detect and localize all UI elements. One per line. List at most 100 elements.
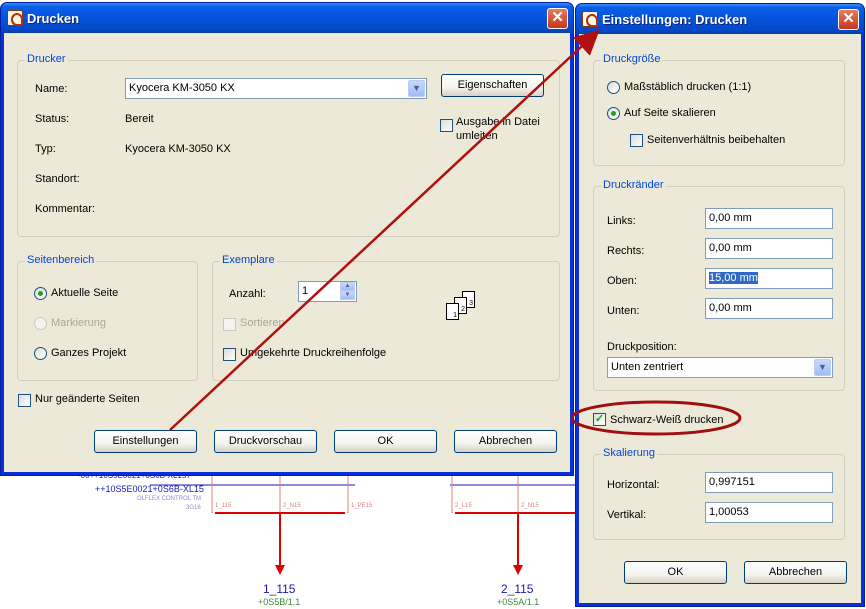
printer-name-select[interactable]: Kyocera KM-3050 KX ▼: [125, 78, 427, 99]
margins-group: Druckränder Links: 0,00 mm Rechts: 0,00 …: [593, 179, 845, 391]
radio-true-scale-label[interactable]: Maßstäblich drucken (1:1): [624, 81, 751, 93]
copies-count-label: Anzahl:: [229, 288, 266, 300]
print-dialog: Drucken ✕ Drucker Name: Kyocera KM-3050 …: [0, 2, 574, 476]
horizontal-scale-value: 0,997151: [709, 476, 755, 488]
schematic-sub-caption: 3G16: [186, 505, 201, 511]
horizontal-scale-label: Horizontal:: [607, 479, 660, 491]
margin-left-input[interactable]: 0,00 mm: [705, 208, 833, 229]
margin-top-value: 15,00 mm: [709, 272, 758, 284]
radio-current-page-label[interactable]: Aktuelle Seite: [51, 287, 118, 299]
properties-button[interactable]: Eigenschaften: [441, 74, 544, 97]
radio-true-scale[interactable]: [607, 81, 620, 94]
margin-bottom-label: Unten:: [607, 305, 640, 317]
spin-up-icon[interactable]: ▲: [340, 282, 355, 291]
schematic-wire-label: 1_115: [215, 503, 232, 509]
black-white-label[interactable]: Schwarz-Weiß drucken: [610, 414, 724, 426]
print-to-file-label-2[interactable]: umleiten: [456, 130, 498, 142]
settings-button[interactable]: Einstellungen: [94, 430, 197, 453]
margin-right-input[interactable]: 0,00 mm: [705, 238, 833, 259]
printer-name-label: Name:: [35, 83, 68, 95]
schematic-cable-line-2: ++10S5E0021+0S6B-XL15: [95, 484, 204, 494]
scaling-title: Skalierung: [601, 447, 657, 459]
vertical-scale-value: 1,00053: [709, 506, 749, 518]
vertical-scale-label: Vertikal:: [607, 509, 647, 521]
black-white-checkbox[interactable]: ✓: [593, 413, 606, 426]
print-position-value: Unten zentriert: [611, 361, 684, 373]
printer-group-title: Drucker: [25, 53, 68, 65]
settings-dialog-client: Druckgröße Maßstäblich drucken (1:1) Auf…: [579, 34, 861, 603]
print-dialog-title: Drucken: [27, 10, 80, 26]
radio-whole-project-label[interactable]: Ganzes Projekt: [51, 347, 126, 359]
printer-group: Drucker Name: Kyocera KM-3050 KX ▼ Eigen…: [17, 53, 560, 237]
reverse-order-label[interactable]: Umgekehrte Druckreihenfolge: [240, 347, 386, 359]
radio-selection[interactable]: [34, 317, 47, 330]
reverse-order-checkbox[interactable]: [223, 348, 236, 361]
margin-left-label: Links:: [607, 215, 636, 227]
print-to-file-label-1[interactable]: Ausgabe in Datei: [456, 116, 540, 128]
cancel-button[interactable]: Abbrechen: [454, 430, 557, 453]
radio-selection-label[interactable]: Markierung: [51, 317, 106, 329]
print-preview-button[interactable]: Druckvorschau: [214, 430, 317, 453]
collate-checkbox[interactable]: [223, 318, 236, 331]
print-size-group: Druckgröße Maßstäblich drucken (1:1) Auf…: [593, 53, 845, 166]
margin-bottom-value: 0,00 mm: [709, 302, 752, 314]
schematic-wire-label: 1_PE15: [351, 503, 373, 509]
settings-dialog: Einstellungen: Drucken ✕ Druckgröße Maßs…: [575, 3, 865, 607]
page-range-title: Seitenbereich: [25, 254, 97, 266]
keep-aspect-checkbox[interactable]: [630, 134, 643, 147]
only-changed-pages-label[interactable]: Nur geänderte Seiten: [35, 393, 140, 405]
margin-top-input[interactable]: 15,00 mm: [705, 268, 833, 289]
terminal-ref: +0S5A/1.1: [497, 597, 540, 607]
terminal-ref: +0S5B/1.1: [258, 597, 301, 607]
collate-label[interactable]: Sortieren: [240, 317, 285, 329]
margin-bottom-input[interactable]: 0,00 mm: [705, 298, 833, 319]
page-1-icon: 1: [446, 303, 459, 320]
combo-arrow-icon[interactable]: ▼: [408, 80, 425, 97]
close-icon[interactable]: ✕: [547, 8, 568, 29]
radio-current-page[interactable]: [34, 287, 47, 300]
scaling-group: Skalierung Horizontal: 0,997151 Vertikal…: [593, 447, 845, 540]
copies-count-input[interactable]: 1 ▲ ▼: [298, 281, 357, 302]
spin-down-icon[interactable]: ▼: [340, 291, 355, 300]
app-icon: [7, 10, 23, 26]
margin-right-value: 0,00 mm: [709, 242, 752, 254]
print-position-select[interactable]: Unten zentriert ▼: [607, 357, 833, 378]
ok-button[interactable]: OK: [334, 430, 437, 453]
vertical-scale-input[interactable]: 1,00053: [705, 502, 833, 523]
settings-dialog-title: Einstellungen: Drucken: [602, 11, 748, 27]
settings-ok-button[interactable]: OK: [624, 561, 727, 584]
type-label: Typ:: [35, 143, 56, 155]
schematic-wire-label: 2_N15: [283, 503, 301, 509]
settings-cancel-button[interactable]: Abbrechen: [744, 561, 847, 584]
combo-arrow-icon[interactable]: ▼: [814, 359, 831, 376]
schematic-arrow-icon: [275, 565, 285, 575]
schematic-wire-label: 2_L15: [455, 503, 472, 509]
copies-group: Exemplare Anzahl: 1 ▲ ▼ Sortieren Umgeke…: [212, 254, 560, 381]
print-dialog-client: Drucker Name: Kyocera KM-3050 KX ▼ Eigen…: [4, 33, 570, 472]
location-label: Standort:: [35, 173, 80, 185]
radio-fit-page-label[interactable]: Auf Seite skalieren: [624, 107, 716, 119]
print-dialog-titlebar[interactable]: Drucken ✕: [1, 3, 573, 33]
page-range-group: Seitenbereich Aktuelle Seite Markierung …: [17, 254, 198, 381]
settings-dialog-titlebar[interactable]: Einstellungen: Drucken ✕: [576, 4, 864, 34]
radio-whole-project[interactable]: [34, 347, 47, 360]
margin-left-value: 0,00 mm: [709, 212, 752, 224]
comment-label: Kommentar:: [35, 203, 95, 215]
horizontal-scale-input[interactable]: 0,997151: [705, 472, 833, 493]
margins-title: Druckränder: [601, 179, 666, 191]
schematic-caption: OLFLEX CONTROL TM: [137, 496, 202, 502]
printer-name-value: Kyocera KM-3050 KX: [129, 82, 235, 94]
radio-fit-page[interactable]: [607, 107, 620, 120]
close-icon[interactable]: ✕: [838, 9, 859, 30]
app-icon: [582, 11, 598, 27]
print-size-title: Druckgröße: [601, 53, 663, 65]
keep-aspect-label[interactable]: Seitenverhältnis beibehalten: [647, 134, 785, 146]
status-label: Status:: [35, 113, 70, 125]
schematic-wire-label: 2_N15: [521, 503, 539, 509]
terminal-label: 2_115: [501, 582, 534, 596]
print-to-file-checkbox[interactable]: [440, 119, 453, 132]
status-value: Bereit: [125, 113, 154, 125]
copies-title: Exemplare: [220, 254, 277, 266]
only-changed-pages-checkbox[interactable]: [18, 394, 31, 407]
print-position-label: Druckposition:: [607, 341, 677, 353]
